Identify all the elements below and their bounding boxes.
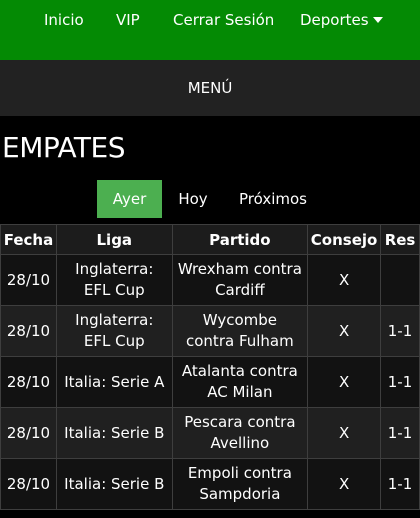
header-consejo: Consejo [307, 224, 382, 255]
table-row: 28/10 Italia: Serie B Pescara contra Ave… [0, 407, 420, 459]
cell-partido: Atalanta contra AC Milan [171, 356, 309, 408]
cell-consejo: X [307, 458, 382, 510]
cell-liga: Italia: Serie B [55, 407, 173, 459]
cell-fecha: 28/10 [0, 305, 57, 357]
date-tabs: Ayer Hoy Próximos [0, 180, 420, 218]
cell-fecha: 28/10 [0, 458, 57, 510]
header-res: Res [380, 224, 420, 255]
table-row: 28/10 Inglaterra: EFL Cup Wycombe contra… [0, 305, 420, 357]
cell-fecha: 28/10 [0, 407, 57, 459]
tab-proximos[interactable]: Próximos [224, 180, 322, 218]
cell-liga: Inglaterra: EFL Cup [55, 305, 173, 357]
table-row: 28/10 Inglaterra: EFL Cup Wrexham contra… [0, 254, 420, 306]
tab-hoy[interactable]: Hoy [162, 180, 224, 218]
cell-res: 1-1 [380, 305, 420, 357]
header-fecha: Fecha [0, 224, 57, 255]
cell-res [380, 254, 420, 306]
nav-deportes-dropdown[interactable]: Deportes [300, 11, 383, 29]
header-liga: Liga [55, 224, 173, 255]
cell-consejo: X [307, 356, 382, 408]
cell-liga: Italia: Serie B [55, 458, 173, 510]
cell-res: 1-1 [380, 407, 420, 459]
nav-vip-link[interactable]: VIP [116, 11, 140, 29]
cell-consejo: X [307, 305, 382, 357]
cell-partido: Empoli contra Sampdoria [171, 458, 309, 510]
table-row: 28/10 Italia: Serie A Atalanta contra AC… [0, 356, 420, 408]
cell-partido: Wrexham contra Cardiff [171, 254, 309, 306]
cell-res: 1-1 [380, 356, 420, 408]
page-title: EMPATES [2, 131, 126, 164]
top-nav: Inicio VIP Cerrar Sesión Deportes [0, 0, 420, 60]
cell-liga: Italia: Serie A [55, 356, 173, 408]
cell-fecha: 28/10 [0, 254, 57, 306]
caret-down-icon [372, 17, 383, 23]
cell-fecha: 28/10 [0, 356, 57, 408]
table-header-row: Fecha Liga Partido Consejo Res [0, 224, 420, 255]
cell-res: 1-1 [380, 458, 420, 510]
table-row: 28/10 Italia: Serie B Empoli contra Samp… [0, 458, 420, 510]
cell-liga: Inglaterra: EFL Cup [55, 254, 173, 306]
predictions-table: Fecha Liga Partido Consejo Res 28/10 Ing… [0, 224, 420, 510]
tab-ayer[interactable]: Ayer [97, 180, 162, 218]
menu-toggle[interactable]: MENÚ [0, 60, 420, 116]
nav-logout-link[interactable]: Cerrar Sesión [173, 11, 274, 29]
nav-deportes-label: Deportes [300, 11, 369, 29]
cell-consejo: X [307, 407, 382, 459]
cell-consejo: X [307, 254, 382, 306]
nav-inicio-link[interactable]: Inicio [44, 11, 84, 29]
cell-partido: Pescara contra Avellino [171, 407, 309, 459]
header-partido: Partido [171, 224, 309, 255]
cell-partido: Wycombe contra Fulham [171, 305, 309, 357]
